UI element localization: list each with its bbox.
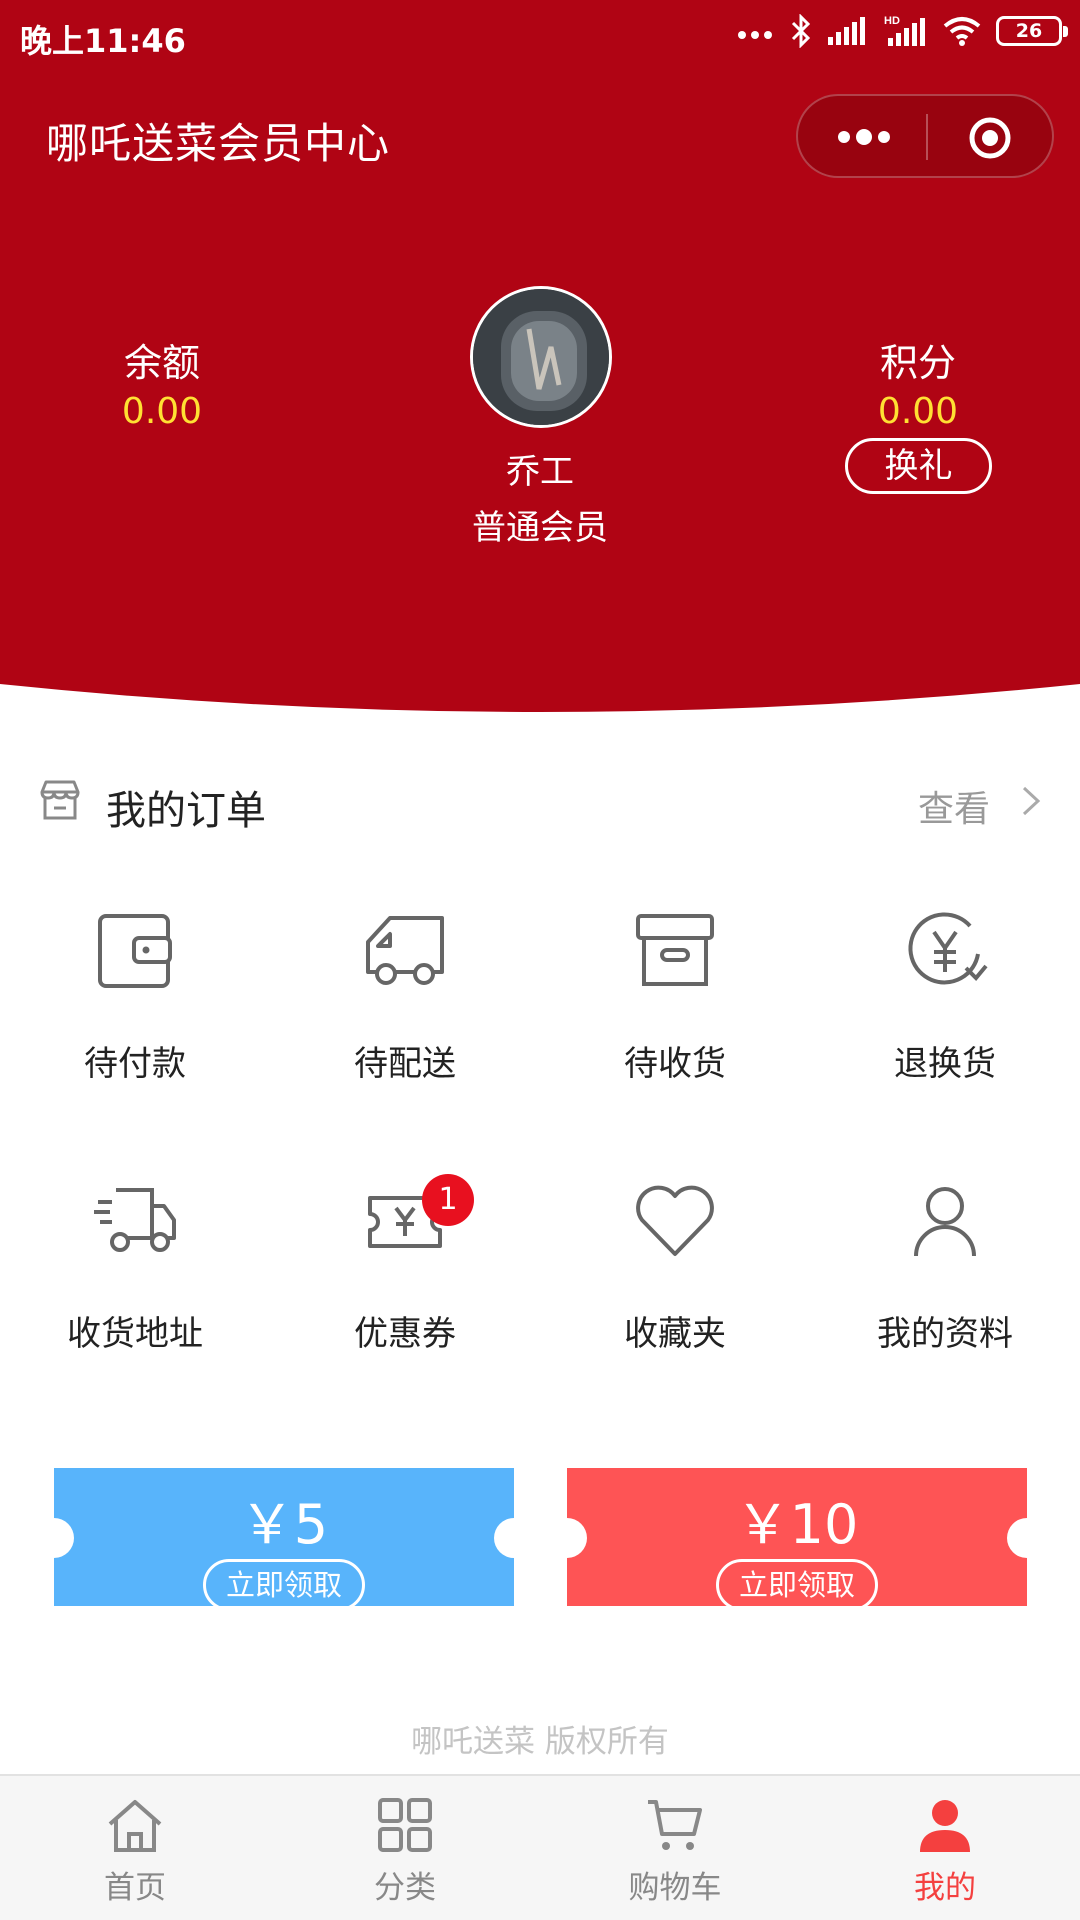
order-returns[interactable]: 退换货 — [810, 906, 1080, 1085]
my-orders-title: 我的订单 — [106, 788, 266, 834]
grid-label: 待配送 — [354, 1044, 456, 1084]
shipping-address[interactable]: 收货地址 — [0, 1176, 270, 1355]
tab-label: 分类 — [374, 1870, 436, 1906]
coupons-entry[interactable]: 1 优惠券 — [270, 1174, 540, 1355]
signal-icon — [828, 17, 865, 45]
miniprogram-capsule — [796, 94, 1054, 178]
member-level: 普通会员 — [472, 508, 608, 548]
grid-label: 我的资料 — [877, 1314, 1013, 1354]
bottom-tab-bar: 首页 分类 购物车 我的 — [0, 1774, 1080, 1920]
claim-coupon-button[interactable]: 立即领取 — [202, 1559, 365, 1611]
coupon-10[interactable]: ￥10 立即领取 — [547, 1468, 1047, 1611]
grid-label: 收藏夹 — [624, 1314, 726, 1354]
heart-icon — [636, 1185, 714, 1256]
order-pending-payment[interactable]: 待付款 — [0, 906, 270, 1085]
grid-label: 退换货 — [894, 1044, 996, 1084]
points-label: 积分 — [879, 341, 956, 385]
avatar-image — [473, 289, 609, 425]
order-pending-receipt[interactable]: 待收货 — [540, 906, 810, 1085]
tab-home[interactable]: 首页 — [0, 1794, 270, 1907]
cart-icon — [648, 1800, 702, 1850]
tab-category[interactable]: 分类 — [270, 1794, 540, 1907]
more-dots-icon — [738, 31, 772, 39]
tab-label: 购物车 — [628, 1870, 722, 1906]
points-value: 0.00 — [877, 391, 959, 432]
order-pending-delivery[interactable]: 待配送 — [270, 906, 540, 1085]
exchange-gift-button[interactable]: 换礼 — [845, 438, 992, 494]
signal-hd-icon: HD — [884, 15, 925, 46]
coupon-5[interactable]: ￥5 立即领取 — [34, 1468, 534, 1611]
svg-text:HD: HD — [884, 15, 900, 27]
claim-coupon-button[interactable]: 立即领取 — [715, 1559, 878, 1611]
balance-stat[interactable]: 余额 0.00 — [100, 332, 224, 432]
copyright-text: 哪吒送菜 版权所有 — [411, 1724, 669, 1760]
points-stat[interactable]: 积分 0.00 — [856, 332, 980, 432]
wifi-icon — [943, 17, 981, 46]
page-title: 哪吒送菜会员中心 — [46, 119, 391, 168]
battery-icon: 26 — [996, 16, 1068, 46]
my-profile[interactable]: 我的资料 — [810, 1176, 1080, 1355]
status-icons: HD 26 — [736, 14, 1068, 48]
coupon-amount: ￥10 — [735, 1493, 859, 1556]
refund-icon — [908, 912, 988, 985]
capsule-divider — [926, 114, 928, 160]
shipping-icon — [94, 1188, 176, 1252]
grid-label: 收货地址 — [67, 1314, 203, 1354]
user-icon — [920, 1800, 970, 1852]
grid-icon — [378, 1798, 432, 1852]
user-icon — [914, 1187, 976, 1257]
member-header: 晚上11:46 HD 26 哪吒送菜会员中心 余额 0.00 乔工 普通会员 积… — [0, 0, 1080, 740]
tab-label: 我的 — [914, 1870, 976, 1906]
tab-label: 首页 — [104, 1870, 166, 1906]
bluetooth-icon — [791, 14, 811, 48]
grid-label: 待收货 — [624, 1044, 726, 1084]
home-icon — [108, 1800, 162, 1852]
avatar[interactable] — [470, 286, 612, 428]
balance-value: 0.00 — [121, 391, 203, 432]
grid-label: 优惠券 — [354, 1314, 456, 1354]
coupon-amount: ￥5 — [239, 1493, 329, 1556]
view-all-orders-link[interactable]: 查看 — [918, 780, 990, 832]
status-bar: 晚上11:46 HD 26 — [0, 0, 1080, 74]
balance-label: 余额 — [123, 341, 200, 385]
close-miniprogram-icon[interactable] — [968, 116, 1012, 160]
coupon-count-badge: 1 — [422, 1174, 474, 1226]
box-icon — [636, 914, 714, 986]
chevron-right-icon — [1022, 786, 1041, 816]
grid-label: 待付款 — [84, 1044, 186, 1084]
favorites[interactable]: 收藏夹 — [540, 1176, 810, 1355]
store-icon — [40, 780, 80, 820]
wallet-icon — [98, 914, 172, 988]
my-orders-header[interactable]: 我的订单 查看 — [0, 770, 1080, 834]
user-name: 乔工 — [506, 452, 574, 492]
tab-cart[interactable]: 购物车 — [540, 1794, 810, 1907]
tab-mine[interactable]: 我的 — [810, 1794, 1080, 1907]
delivery-truck-icon — [366, 916, 444, 985]
more-menu-icon[interactable] — [834, 126, 894, 148]
status-time: 晚上11:46 — [20, 22, 186, 60]
